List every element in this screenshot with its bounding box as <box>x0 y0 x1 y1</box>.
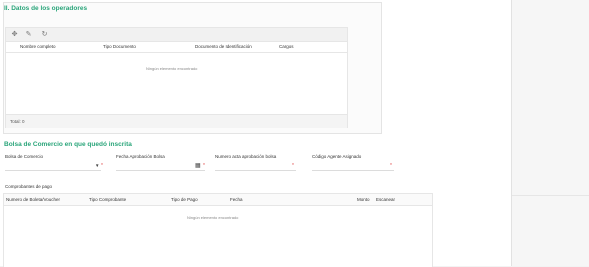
refresh-icon[interactable]: ↻ <box>40 30 49 39</box>
required-mark: * <box>390 163 392 169</box>
column-header-tipo-documento[interactable]: Tipo Documento <box>103 44 136 49</box>
comprobantes-empty-message: Ningún elemento encontrado <box>187 215 239 220</box>
required-mark: * <box>203 163 205 169</box>
calendar-icon[interactable]: ▦ <box>195 162 201 169</box>
column-header-numero-boleta[interactable]: Numero de Boleta/Voucher <box>6 197 60 202</box>
column-header-documento[interactable]: Documento de Identificación <box>195 44 252 49</box>
operators-empty-message: Ningún elemento encontrado <box>146 66 198 71</box>
operators-grid-toolbar: ✥ ✎ ↻ <box>6 28 347 42</box>
fecha-aprobacion-input[interactable] <box>116 170 205 171</box>
column-header-escanear[interactable]: Escanear <box>376 197 395 202</box>
bolsa-comercio-select[interactable] <box>5 170 101 171</box>
bolsa-section-title: Bolsa de Comercio en que quedó inscrita <box>4 141 132 148</box>
chevron-down-icon[interactable]: ▼ <box>95 163 99 168</box>
column-header-fecha[interactable]: Fecha <box>230 197 243 202</box>
move-icon[interactable]: ✥ <box>10 30 19 39</box>
form-sheet: II. Datos de los operadores ✥ ✎ ↻ Nombre… <box>0 0 511 267</box>
comprobantes-grid: Numero de Boleta/Voucher Tipo Comprobant… <box>3 193 433 267</box>
operators-total: Total: 0 <box>10 119 25 124</box>
column-header-monto[interactable]: Monto <box>357 197 370 202</box>
column-header-nombre[interactable]: Nombre completo <box>20 44 56 49</box>
operators-grid-footer: Total: 0 <box>6 114 347 128</box>
comprobantes-grid-header: Numero de Boleta/Voucher Tipo Comprobant… <box>4 194 432 206</box>
divider <box>512 195 589 196</box>
codigo-agente-label: Código Agente Asignado <box>312 154 362 159</box>
comprobantes-title: Comprobantes de pago <box>5 184 53 189</box>
fecha-aprobacion-label: Fecha Aprobación Bolsa <box>116 154 165 159</box>
operators-grid: ✥ ✎ ↻ Nombre completo Tipo Documento Doc… <box>5 27 348 128</box>
numero-acta-label: Numero acta aprobación bolsa <box>215 154 277 159</box>
right-side-panel <box>511 0 589 266</box>
codigo-agente-input[interactable] <box>312 170 394 171</box>
column-header-tipo-comprobante[interactable]: Tipo Comprobante <box>89 197 126 202</box>
required-mark: * <box>101 163 103 169</box>
numero-acta-input[interactable] <box>215 170 296 171</box>
edit-icon[interactable]: ✎ <box>24 30 33 39</box>
operators-grid-header: Nombre completo Tipo Documento Documento… <box>6 42 347 53</box>
column-header-tipo-pago[interactable]: Tipo de Pago <box>171 197 198 202</box>
column-header-cargos[interactable]: Cargos <box>279 44 294 49</box>
bolsa-comercio-label: Bolsa de Comercio <box>5 154 44 159</box>
required-mark: * <box>292 163 294 169</box>
operators-section-title: II. Datos de los operadores <box>4 5 88 12</box>
